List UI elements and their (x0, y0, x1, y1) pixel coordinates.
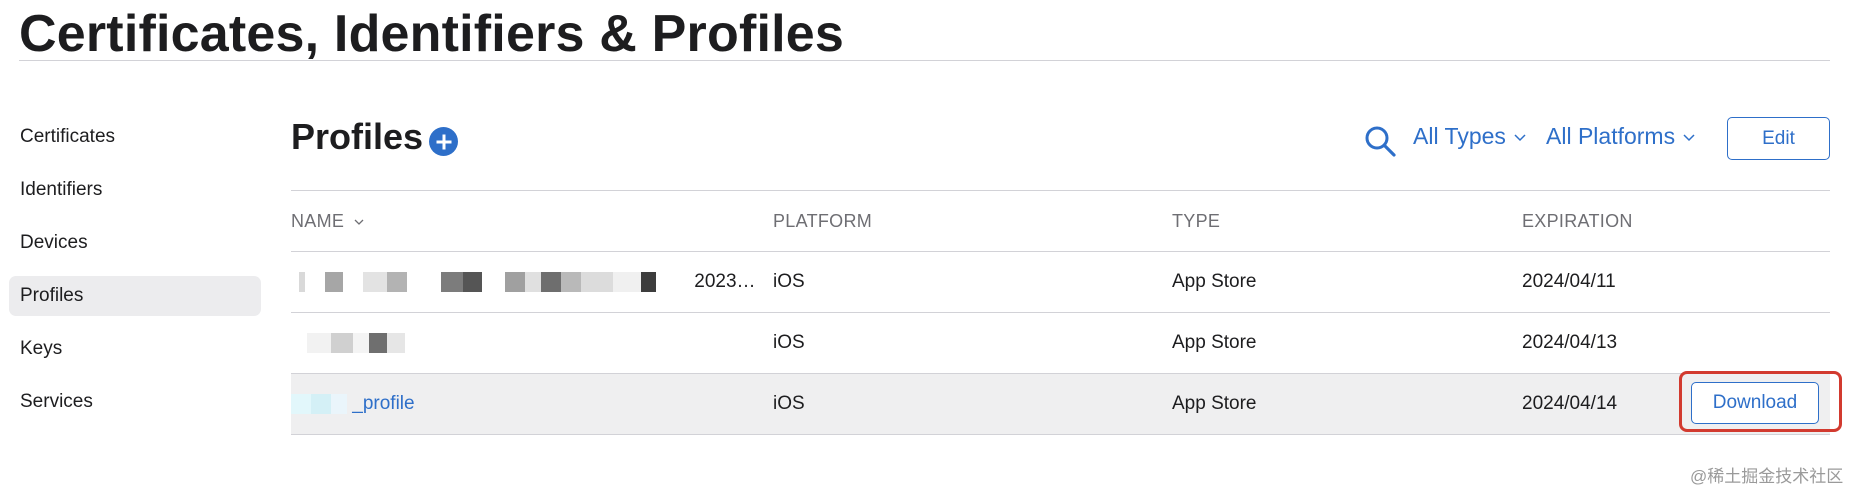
column-header-label: NAME (291, 211, 345, 231)
sidebar-item-profiles[interactable]: Profiles (9, 276, 261, 316)
redacted-text (291, 271, 683, 292)
profile-platform: iOS (773, 271, 805, 292)
watermark: @稀土掘金技术社区 (1690, 467, 1844, 486)
download-button[interactable]: Download (1691, 382, 1819, 424)
sidebar-item-label: Devices (20, 232, 88, 253)
profile-name[interactable] (291, 332, 405, 354)
page: Certificates, Identifiers & Profiles Cer… (0, 0, 1868, 502)
profiles-table: NAME PLATFORM TYPE EXPIRATION 2023… iOS … (291, 190, 1842, 435)
sidebar-item-label: Profiles (20, 285, 84, 306)
profile-type: App Store (1172, 393, 1257, 414)
chevron-down-icon (1514, 133, 1526, 141)
profile-platform: iOS (773, 332, 805, 353)
table-row[interactable]: 2023… iOS App Store 2024/04/11 (291, 252, 1830, 312)
chevron-down-icon (1683, 133, 1695, 141)
platform-filter-label: All Platforms (1546, 123, 1676, 149)
profile-type: App Store (1172, 271, 1257, 292)
column-header-expiration: EXPIRATION (1522, 211, 1633, 231)
divider (291, 434, 1830, 435)
table-header: NAME PLATFORM TYPE EXPIRATION (291, 191, 1830, 251)
page-title: Certificates, Identifiers & Profiles (19, 5, 845, 63)
title-divider (19, 60, 1830, 61)
edit-button[interactable]: Edit (1727, 117, 1830, 160)
sidebar-item-label: Services (20, 391, 93, 412)
search-icon[interactable] (1363, 124, 1397, 158)
profile-name-suffix: 2023… (694, 271, 756, 292)
sidebar-item-services[interactable]: Services (9, 382, 261, 422)
column-header-name[interactable]: NAME (291, 211, 364, 232)
redacted-text (291, 393, 347, 414)
profile-expiration: 2024/04/13 (1522, 332, 1618, 353)
sidebar-item-devices[interactable]: Devices (9, 223, 261, 263)
redacted-text (291, 332, 405, 353)
type-filter-label: All Types (1413, 123, 1506, 149)
sidebar-item-identifiers[interactable]: Identifiers (9, 170, 261, 210)
type-filter-dropdown[interactable]: All Types (1413, 123, 1526, 150)
section-title: Profiles (291, 116, 424, 157)
download-highlight: Download (1679, 371, 1842, 432)
profile-name-suffix: _profile (352, 393, 415, 414)
platform-filter-dropdown[interactable]: All Platforms (1546, 123, 1695, 150)
sidebar: Certificates Identifiers Devices Profile… (9, 117, 261, 435)
sidebar-item-label: Keys (20, 338, 63, 359)
profile-name[interactable]: 2023… (291, 271, 756, 293)
add-profile-button[interactable] (429, 127, 458, 156)
profile-platform: iOS (773, 393, 805, 414)
profile-expiration: 2024/04/11 (1522, 271, 1616, 292)
sidebar-item-certificates[interactable]: Certificates (9, 117, 261, 157)
profile-expiration: 2024/04/14 (1522, 393, 1618, 414)
sidebar-item-keys[interactable]: Keys (9, 329, 261, 369)
chevron-down-icon (354, 219, 363, 226)
column-header-platform: PLATFORM (773, 211, 873, 231)
sidebar-item-label: Certificates (20, 126, 116, 147)
table-row[interactable]: iOS App Store 2024/04/13 (291, 313, 1830, 373)
profile-name-link[interactable]: _profile (291, 393, 415, 415)
profile-type: App Store (1172, 332, 1257, 353)
sidebar-item-label: Identifiers (20, 179, 103, 200)
table-row[interactable]: _profile iOS App Store 2024/04/14 Downlo… (291, 371, 1842, 434)
column-header-type: TYPE (1172, 211, 1221, 231)
